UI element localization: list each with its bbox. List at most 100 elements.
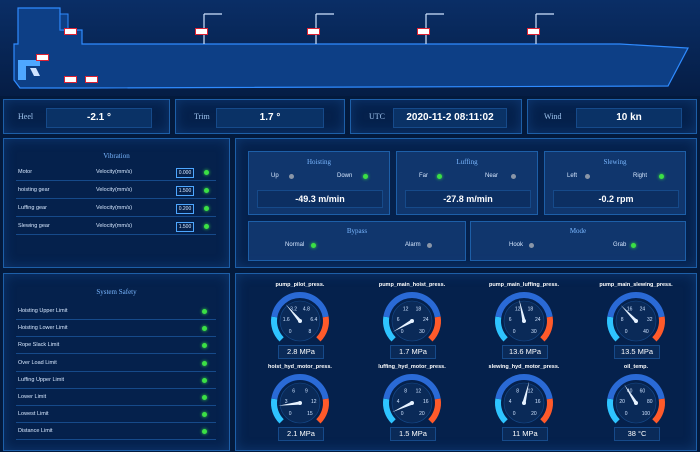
gauge-dial: 02040 6080100 [607,374,665,424]
mode-panel: Mode Hook Grab [470,221,686,261]
gauge-tick-label: 20 [419,411,425,417]
ship-tag [64,28,77,35]
gauge-value: 2.8 MPa [278,345,324,359]
gauge-tick-label: 20 [619,399,625,405]
gauge-tick-label: 8 [309,329,312,335]
vibration-value: 0.000 [176,168,194,178]
bypass-title: Bypass [346,227,368,235]
motion-title: Hoisting [306,158,332,166]
vibration-unit-label: Velocity(mm/s) [96,169,133,175]
gauge-tick-label: 18 [528,307,534,313]
motion-left-label: Far [419,173,428,179]
motion-title: Luffing [456,158,478,166]
safety-status-indicator [202,412,207,418]
vibration-status-indicator [204,224,209,229]
gauges-panel: pump_pilot_press. 0 1.6 3.2 4.8 6.4 8 2.8 MPa pu… [235,273,697,451]
vibration-status-indicator [204,170,209,175]
gauge-tick-label: 40 [643,329,649,335]
info-label: Wind [544,112,562,121]
gauge-needle-hub [410,401,414,405]
gauge-tick-label: 24 [640,307,646,313]
gauge-tick-label: 0 [289,411,292,417]
info-wind-panel: Wind 10 kn [527,99,697,134]
vibration-unit-label: Velocity(mm/s) [96,187,133,193]
info-trim-panel: Trim 1.7 ° [175,99,345,134]
gauge-tick-label: 24 [423,317,429,323]
gauge-dial: 036 912 15 [271,374,329,424]
safety-row-label: Hoisting Lower Limit [18,325,68,332]
safety-row-label: Lowest Limit [18,411,49,418]
safety-status-indicator [202,326,207,332]
gauge-tick-label: 12 [515,307,521,313]
gauge-tick-label: 12 [528,389,534,395]
safety-row-label: Over Load Limit [18,359,57,366]
safety-row-label: Lower Limit [18,394,47,400]
mode-grab-indicator [631,243,636,248]
vibration-status-indicator [204,206,209,211]
gauge-tick-label: 1.6 [283,317,290,323]
vibration-value: 0.200 [176,204,194,214]
vibration-unit-label: Velocity(mm/s) [96,205,133,211]
gauge-tick-label: 24 [535,317,541,323]
info-utc-panel: UTC 2020-11-2 08:11:02 [350,99,522,134]
motion-luffing-panel: Luffing Far Near -27.8 m/min [396,151,538,215]
gauge-tick-label: 8 [404,389,407,395]
motion-readout: -49.3 m/min [257,190,383,208]
gauge-tick-label: 6 [397,317,400,323]
safety-status-indicator [202,343,207,349]
motion-right-label: Near [485,173,499,179]
gauge-tick-label: 0 [401,329,404,335]
gauge-tick-label: 12 [311,399,317,405]
gauge: pump_main_slewing_press. 0 8 16 24 32 40 13.5 M… [584,282,688,362]
bypass-alarm-label: Alarm [405,242,421,248]
system-safety-panel: System Safety Hoisting Upper Limit Hoisti… [3,273,230,451]
gauge: luffing_hyd_motor_press. 0 4 8 12 16 20 1.5 MPa [360,364,464,444]
gauge-tick-label: 0 [625,411,628,417]
safety-status-indicator [202,429,207,435]
bypass-normal-label: Normal [285,242,305,248]
mode-hook-label: Hook [509,242,524,248]
gauge-value: 13.6 MPa [502,345,548,359]
ship-silhouette [13,7,689,89]
safety-status-indicator [202,395,207,400]
gauge-tick-label: 4.8 [303,307,310,313]
gauge-needle-hub [522,401,526,405]
row-separator [16,234,216,235]
gauge-tick-label: 0 [625,329,628,335]
gauge-tick-label: 6 [292,389,295,395]
safety-row-label: Luffing Upper Limit [18,376,65,383]
motion-right-label: Down [337,173,353,179]
gauge-needle-hub [634,319,638,323]
motion-hoisting-panel: Hoisting Up Down -49.3 m/min [248,151,390,215]
trim-value: 1.7 ° [216,108,324,128]
gauge-tick-label: 100 [642,411,651,417]
gauge-value: 2.1 MPa [278,427,324,441]
heel-value: -2.1 ° [46,108,152,128]
motion-readout: -27.8 m/min [405,190,531,208]
gauge-tick-label: 30 [531,329,537,335]
mode-grab-label: Grab [613,242,627,248]
safety-row-label: Hoisting Upper Limit [18,308,68,314]
wind-value: 10 kn [576,108,682,128]
gauge-dial: 0612 1824 30 [383,292,441,342]
motion-left-label: Up [271,173,279,179]
gauge-tick-label: 8 [621,317,624,323]
gauge-tick-label: 32 [647,317,653,323]
gauge-value: 1.5 MPa [390,427,436,441]
gauge-tick-label: 8 [516,389,519,395]
gauge-value: 11 MPa [502,427,548,441]
gauge-needle-hub [298,319,302,323]
motion-right-indicator [363,174,368,179]
gauge-tick-label: 0 [289,329,292,335]
gauge-tick-label: 30 [419,329,425,335]
gauge-dial: 048 1216 20 [383,374,441,424]
bypass-panel: Bypass Normal Alarm [248,221,466,261]
info-label: Heel [18,112,34,121]
gauge-tick-label: 16 [535,399,541,405]
gauge-tick-label: 20 [531,411,537,417]
row-separator [16,319,216,320]
ship-tag [36,54,49,61]
utc-value: 2020-11-2 08:11:02 [393,108,507,128]
ship-tag [417,28,430,35]
motion-left-indicator [585,174,590,179]
